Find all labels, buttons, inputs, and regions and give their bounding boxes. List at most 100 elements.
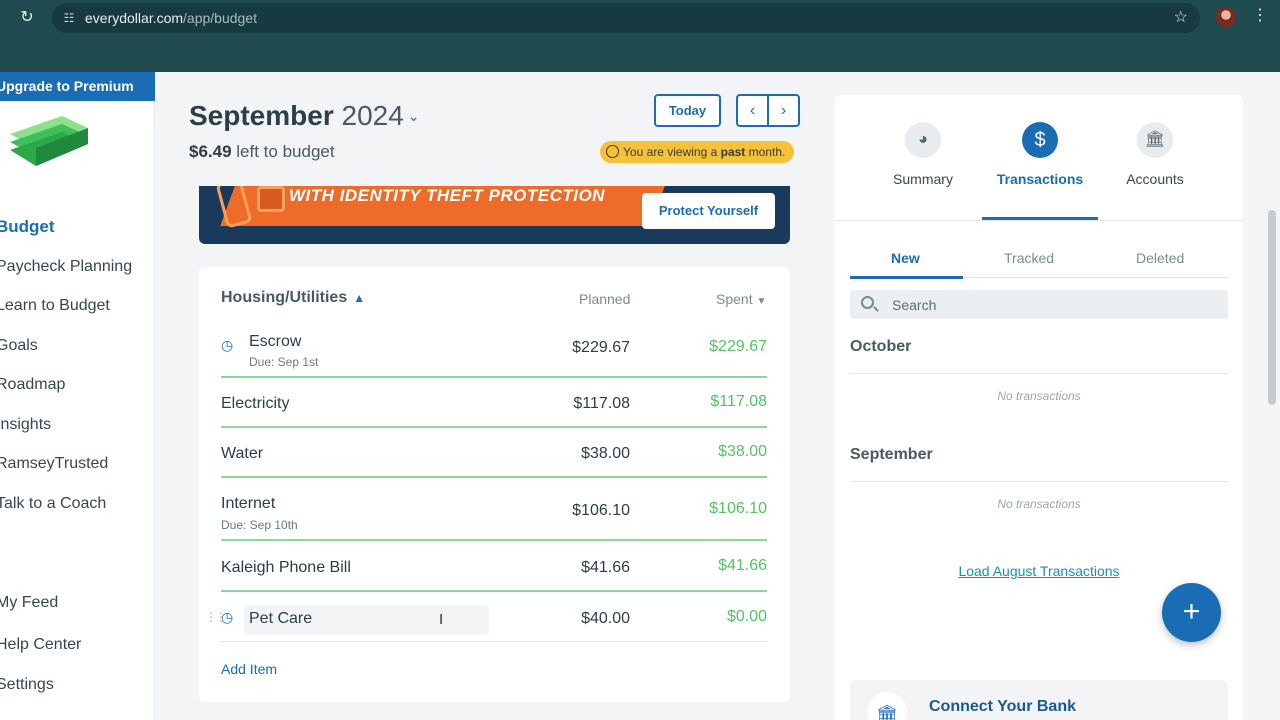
item-planned[interactable]: $229.67 xyxy=(572,339,630,357)
connect-bank-label: Connect Your Bank xyxy=(929,698,1076,715)
no-transactions-text: No transactions xyxy=(997,389,1081,403)
group-title[interactable]: Housing/Utilities ▲ xyxy=(221,289,365,307)
item-name[interactable]: Pet Care xyxy=(249,610,312,628)
history-clock-icon xyxy=(606,145,619,158)
bank-icon: 🏛 xyxy=(867,692,907,720)
item-name[interactable]: Electricity xyxy=(221,395,289,413)
item-name[interactable]: Escrow xyxy=(249,333,301,351)
section-september-title: September xyxy=(850,446,933,463)
section-october-title: October xyxy=(850,338,912,355)
month-label: September xyxy=(189,100,334,131)
item-spent: $117.08 xyxy=(710,393,767,410)
recurring-fund-icon: ◷ xyxy=(221,609,234,625)
item-name[interactable]: Internet xyxy=(221,495,275,513)
sidebar-item-paycheck-planning[interactable]: Paycheck Planning xyxy=(0,258,132,276)
upgrade-premium-button[interactable]: Upgrade to Premium xyxy=(0,72,155,101)
protect-yourself-button[interactable]: Protect Yourself xyxy=(642,193,775,229)
year-label: 2024 xyxy=(341,100,404,131)
previous-month-button[interactable]: ‹ xyxy=(736,94,769,127)
sidebar: Upgrade to Premium Budget Paycheck Plann… xyxy=(0,72,155,720)
browser-toolbar: ↻ ☷ everydollar.com/app/budget ☆ ⋮ xyxy=(0,0,1280,72)
budget-group-card: Housing/Utilities ▲ Planned Spent ▼ ◷ Esc… xyxy=(199,267,790,702)
recurring-fund-icon: ◷ xyxy=(221,337,234,353)
subtab-deleted[interactable]: Deleted xyxy=(1136,250,1184,266)
budget-row-water[interactable]: Water $38.00 $38.00 xyxy=(221,428,767,478)
chevron-right-icon: › xyxy=(780,102,787,119)
item-spent: $106.10 xyxy=(709,500,767,517)
tab-accounts[interactable]: 🏛 Accounts xyxy=(1097,122,1213,187)
sidebar-item-ramseytrusted[interactable]: RamseyTrusted xyxy=(0,455,108,473)
promo-banner-text: WITH IDENTITY THEFT PROTECTION xyxy=(289,186,605,205)
item-planned[interactable]: $40.00 xyxy=(581,610,630,628)
item-spent: $229.67 xyxy=(709,338,767,355)
today-button[interactable]: Today xyxy=(654,94,721,127)
item-planned[interactable]: $38.00 xyxy=(581,445,630,463)
item-planned[interactable]: $41.66 xyxy=(581,559,630,577)
add-item-link[interactable]: Add Item xyxy=(221,661,277,677)
item-spent: $0.00 xyxy=(726,608,767,625)
search-input[interactable] xyxy=(892,290,1212,319)
past-month-badge: You are viewing a past month. xyxy=(600,141,795,163)
chevron-left-icon: ‹ xyxy=(749,102,756,119)
text-cursor-icon: I xyxy=(439,611,444,628)
next-month-button[interactable]: › xyxy=(767,94,800,127)
lock-icon xyxy=(257,186,285,212)
subtab-tracked[interactable]: Tracked xyxy=(1004,250,1054,266)
pie-chart-icon: ◕ xyxy=(905,122,941,158)
subtab-new[interactable]: New xyxy=(891,250,920,266)
sidebar-item-roadmap[interactable]: Roadmap xyxy=(0,376,65,394)
everydollar-logo-icon xyxy=(10,116,88,166)
site-settings-icon[interactable]: ☷ xyxy=(60,9,78,27)
sidebar-item-my-feed[interactable]: My Feed xyxy=(0,594,58,612)
bank-icon: 🏛 xyxy=(1137,122,1173,158)
no-transactions-text: No transactions xyxy=(997,497,1081,511)
item-name[interactable]: Water xyxy=(221,445,263,463)
planned-column-header: Planned xyxy=(579,291,631,307)
left-to-budget-label: left to budget xyxy=(236,142,335,161)
reload-icon[interactable]: ↻ xyxy=(17,8,37,28)
item-planned[interactable]: $117.08 xyxy=(573,395,630,413)
sidebar-item-insights[interactable]: Insights xyxy=(0,416,51,434)
budget-row-pet-care[interactable]: ⋮⋮ ◷ Pet Care I $40.00 $0.00 xyxy=(205,592,767,642)
item-due-date: Due: Sep 1st xyxy=(249,355,319,369)
item-planned[interactable]: $106.10 xyxy=(572,502,630,520)
sidebar-item-help-center[interactable]: Help Center xyxy=(0,636,81,654)
budget-row-internet[interactable]: Internet Due: Sep 10th $106.10 $106.10 xyxy=(221,478,767,541)
transaction-search[interactable] xyxy=(850,290,1228,319)
url-text: everydollar.com/app/budget xyxy=(85,10,258,26)
sidebar-item-settings[interactable]: Settings xyxy=(0,676,54,694)
bookmark-star-icon[interactable]: ☆ xyxy=(1174,7,1188,27)
add-transaction-button[interactable]: + xyxy=(1162,583,1221,642)
transactions-panel: ◕ Summary $ Transactions 🏛 Accounts New … xyxy=(835,95,1243,720)
sidebar-item-talk-to-coach[interactable]: Talk to a Coach xyxy=(0,495,106,513)
search-icon xyxy=(861,296,874,309)
sidebar-item-goals[interactable]: Goals xyxy=(0,337,38,355)
page-scrollbar[interactable] xyxy=(1268,210,1276,405)
left-to-budget-amount: $6.49 xyxy=(189,142,232,161)
sidebar-item-learn-to-budget[interactable]: Learn to Budget xyxy=(0,297,110,315)
item-spent: $41.66 xyxy=(718,557,767,574)
tab-transactions[interactable]: $ Transactions xyxy=(982,122,1098,187)
spent-column-header[interactable]: Spent ▼ xyxy=(716,291,766,307)
item-name[interactable]: Kaleigh Phone Bill xyxy=(221,559,351,577)
budget-main: September 2024 ⌄ $6.49 left to budget Tod… xyxy=(155,72,835,720)
chevron-up-icon: ▲ xyxy=(353,291,366,305)
item-due-date: Due: Sep 10th xyxy=(221,518,298,532)
left-to-budget: $6.49 left to budget xyxy=(189,142,335,162)
address-bar[interactable]: ☷ everydollar.com/app/budget ☆ xyxy=(52,3,1200,33)
load-august-transactions-link[interactable]: Load August Transactions xyxy=(835,563,1243,579)
sidebar-item-budget[interactable]: Budget xyxy=(0,217,55,237)
connect-bank-card[interactable]: 🏛 Connect Your Bank xyxy=(850,680,1228,720)
chevron-down-icon: ⌄ xyxy=(407,108,420,124)
item-spent: $38.00 xyxy=(718,443,767,460)
month-selector[interactable]: September 2024 ⌄ xyxy=(189,100,420,132)
budget-row-phone-bill[interactable]: Kaleigh Phone Bill $41.66 $41.66 xyxy=(221,541,767,592)
chevron-down-icon: ▼ xyxy=(756,296,767,307)
budget-row-electricity[interactable]: Electricity $117.08 $117.08 xyxy=(221,378,767,428)
browser-menu-icon[interactable]: ⋮ xyxy=(1252,6,1268,26)
tab-summary[interactable]: ◕ Summary xyxy=(865,122,981,187)
profile-avatar[interactable] xyxy=(1216,7,1236,27)
budget-row-escrow[interactable]: ◷ Escrow Due: Sep 1st $229.67 $229.67 xyxy=(221,329,767,378)
plus-icon: + xyxy=(1182,595,1201,628)
promo-banner: WITH IDENTITY THEFT PROTECTION Protect Y… xyxy=(199,186,790,244)
